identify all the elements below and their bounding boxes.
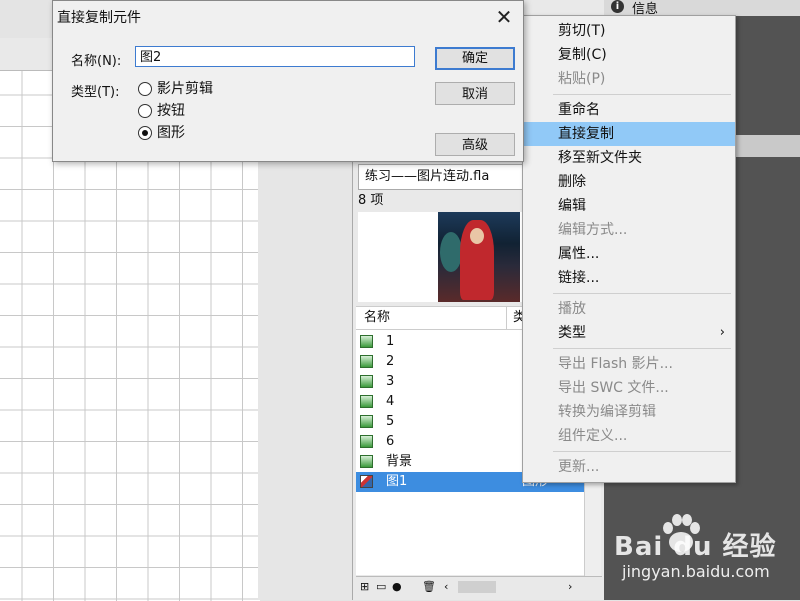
context-menu: 剪切(T) 复制(C) 粘贴(P) 重命名 直接复制 移至新文件夹 删除 编辑 … — [522, 15, 736, 483]
type-label: 类型(T): — [71, 85, 120, 100]
chevron-right-icon: › — [719, 325, 725, 340]
properties-icon[interactable]: ● — [392, 580, 402, 593]
menu-separator — [553, 348, 731, 349]
graphic-symbol-icon — [360, 455, 373, 468]
panel-strip — [735, 135, 800, 157]
menu-item-delete[interactable]: 删除 — [523, 170, 735, 194]
menu-item-component-def[interactable]: 组件定义... — [523, 424, 735, 448]
new-symbol-icon[interactable]: ⊞ — [360, 580, 369, 593]
info-icon: i — [611, 0, 624, 13]
graphic-symbol-icon — [360, 355, 373, 368]
close-icon[interactable]: ✕ — [491, 3, 517, 31]
menu-item-update[interactable]: 更新... — [523, 455, 735, 479]
menu-separator — [553, 94, 731, 95]
graphic-symbol-icon — [360, 375, 373, 388]
scroll-left-icon[interactable]: ‹ — [444, 580, 448, 593]
preview-image — [438, 212, 520, 302]
menu-item-duplicate[interactable]: 直接复制 — [523, 122, 735, 146]
menu-separator — [553, 293, 731, 294]
library-file-selector[interactable]: 练习——图片连动.fla — [358, 164, 530, 190]
menu-item-cut[interactable]: 剪切(T) — [523, 19, 735, 43]
preview-face — [470, 228, 484, 244]
library-item-count: 8 项 — [358, 193, 384, 208]
cancel-button[interactable]: 取消 — [435, 82, 515, 105]
menu-item-linkage[interactable]: 链接... — [523, 266, 735, 290]
graphic-symbol-icon — [360, 335, 373, 348]
movie-clip-icon — [360, 475, 373, 488]
menu-item-type[interactable]: 类型 › — [523, 321, 735, 345]
menu-item-paste[interactable]: 粘贴(P) — [523, 67, 735, 91]
graphic-symbol-icon — [360, 415, 373, 428]
radio-dot — [138, 82, 152, 96]
menu-item-type-label: 类型 — [558, 325, 586, 341]
dialog-title: 直接复制元件 — [57, 10, 141, 26]
graphic-symbol-icon — [360, 435, 373, 448]
graphic-symbol-icon — [360, 395, 373, 408]
radio-dot — [138, 104, 152, 118]
menu-item-edit[interactable]: 编辑 — [523, 194, 735, 218]
preview-plant — [440, 232, 462, 272]
menu-item-rename[interactable]: 重命名 — [523, 98, 735, 122]
menu-item-move-to-folder[interactable]: 移至新文件夹 — [523, 146, 735, 170]
column-name-header[interactable]: 名称 — [364, 307, 390, 329]
menu-item-convert-compiled[interactable]: 转换为编译剪辑 — [523, 400, 735, 424]
name-label: 名称(N): — [71, 54, 122, 69]
library-horizontal-scroll-thumb[interactable] — [458, 581, 496, 593]
delete-icon[interactable]: 🗑 — [422, 580, 436, 593]
menu-separator — [553, 451, 731, 452]
radio-graphic[interactable]: 图形 — [138, 123, 348, 143]
radio-button[interactable]: 按钮 — [138, 101, 348, 121]
radio-dot-checked — [138, 126, 152, 140]
radio-movie-clip[interactable]: 影片剪辑 — [138, 79, 348, 99]
scroll-right-icon[interactable]: › — [568, 580, 572, 593]
advanced-button[interactable]: 高级 — [435, 133, 515, 156]
menu-item-play[interactable]: 播放 — [523, 297, 735, 321]
new-folder-icon[interactable]: ▭ — [376, 580, 386, 593]
menu-item-export-flash[interactable]: 导出 Flash 影片... — [523, 352, 735, 376]
duplicate-symbol-dialog: 直接复制元件 ✕ 名称(N): 图2 类型(T): 影片剪辑 按钮 图形 确定 … — [52, 0, 524, 162]
menu-item-copy[interactable]: 复制(C) — [523, 43, 735, 67]
ok-button[interactable]: 确定 — [435, 47, 515, 70]
watermark-logo: Bai du 经验 — [614, 532, 777, 562]
menu-item-export-swc[interactable]: 导出 SWC 文件... — [523, 376, 735, 400]
watermark-url: jingyan.baidu.com — [622, 562, 770, 581]
symbol-name-input[interactable]: 图2 — [135, 46, 415, 67]
menu-item-edit-with[interactable]: 编辑方式... — [523, 218, 735, 242]
menu-item-properties[interactable]: 属性... — [523, 242, 735, 266]
